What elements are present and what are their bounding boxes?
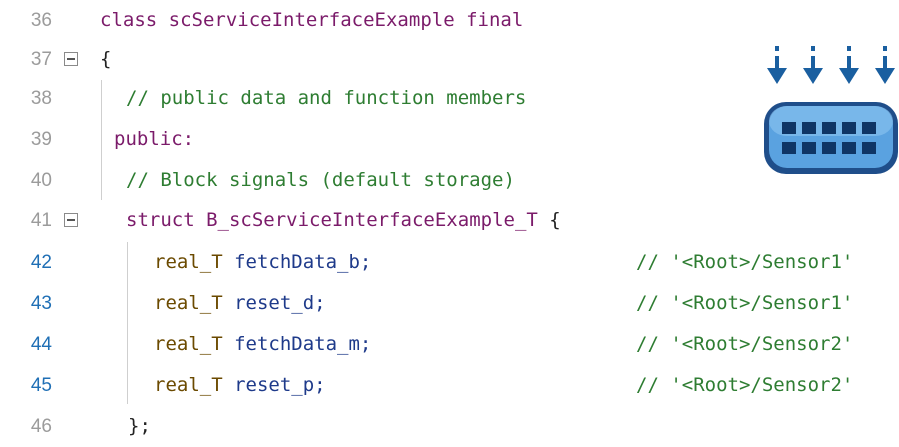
field-name: reset_d; [234, 292, 326, 314]
type-name: real_T [154, 251, 223, 273]
indent-guide [127, 242, 128, 404]
code-line: 46 }; [0, 406, 899, 447]
keyword-final: final [466, 9, 524, 31]
code-text: real_T fetchData_b; [154, 242, 371, 283]
code-text: }; [128, 415, 151, 437]
line-number: 36 [30, 10, 52, 31]
code-text: real_T reset_d; [154, 283, 326, 324]
keyword-struct: struct [126, 209, 195, 231]
open-brace: { [549, 209, 561, 231]
service-interface-block-icon [764, 46, 898, 174]
line-number: 44 [30, 334, 52, 355]
class-name: scServiceInterfaceExample [168, 9, 455, 31]
trailing-comment: // '<Root>/Sensor2' [636, 374, 854, 396]
field-name: reset_p; [234, 374, 326, 396]
code-text: class scServiceInterfaceExample final [100, 0, 523, 41]
fold-toggle-icon[interactable] [64, 213, 78, 227]
code-text: struct B_scServiceInterfaceExample_T { [126, 200, 561, 241]
code-editor: 36 class scServiceInterfaceExample final… [0, 0, 899, 442]
code-line: 42 real_T fetchData_b; // '<Root>/Sensor… [0, 242, 899, 283]
line-number: 46 [30, 416, 52, 437]
code-text: { [100, 48, 112, 70]
struct-name: B_scServiceInterfaceExample_T [206, 209, 538, 231]
line-number: 45 [30, 375, 52, 396]
code-line: 41 struct B_scServiceInterfaceExample_T … [0, 200, 899, 241]
line-number: 42 [30, 252, 52, 273]
trailing-comment: // '<Root>/Sensor2' [636, 333, 854, 355]
type-name: real_T [154, 374, 223, 396]
code-line: 45 real_T reset_p; // '<Root>/Sensor2' [0, 365, 899, 406]
fold-toggle-icon[interactable] [64, 52, 78, 66]
keyword-class: class [100, 9, 158, 31]
line-number: 41 [30, 210, 52, 231]
comment-text: // Block signals (default storage) [126, 169, 515, 191]
line-number: 43 [30, 293, 52, 314]
comment-text: // public data and function members [126, 87, 527, 109]
code-line: 43 real_T reset_d; // '<Root>/Sensor1' [0, 283, 899, 324]
code-line: 36 class scServiceInterfaceExample final [0, 0, 899, 41]
trailing-comment: // '<Root>/Sensor1' [636, 292, 854, 314]
code-text: real_T reset_p; [154, 365, 326, 406]
type-name: real_T [154, 333, 223, 355]
line-number: 37 [30, 49, 52, 70]
field-name: fetchData_m; [234, 333, 372, 355]
access-specifier: public: [114, 128, 195, 150]
field-name: fetchData_b; [234, 251, 372, 273]
code-text: real_T fetchData_m; [154, 324, 371, 365]
line-number: 38 [30, 88, 52, 109]
indent-guide [101, 80, 102, 200]
type-name: real_T [154, 292, 223, 314]
trailing-comment: // '<Root>/Sensor1' [636, 251, 854, 273]
code-line: 44 real_T fetchData_m; // '<Root>/Sensor… [0, 324, 899, 365]
line-number: 39 [30, 129, 52, 150]
line-number: 40 [30, 170, 52, 191]
